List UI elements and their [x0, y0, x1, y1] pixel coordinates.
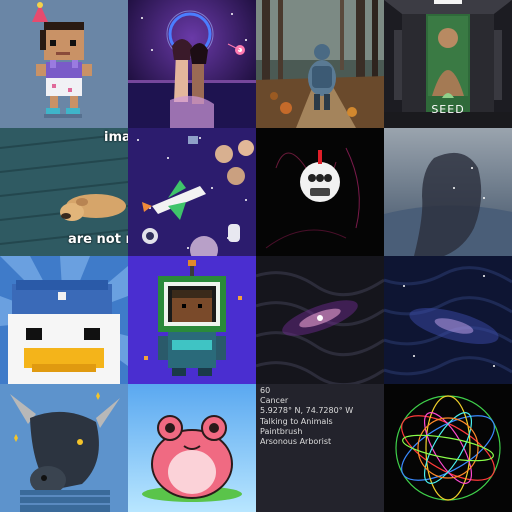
hiker-forest-image — [256, 0, 384, 128]
bull-image — [0, 384, 128, 512]
gallery-tile-hair-silhouette[interactable] — [384, 128, 512, 256]
gallery-tile-traits[interactable]: 60 Cancer 5.9278° N, 74.7280° W Talking … — [256, 384, 384, 512]
skull-mask-image — [256, 128, 384, 256]
trait-value: Arsonous Arborist — [260, 437, 332, 447]
meme-caption-top: ima — [104, 130, 128, 145]
gallery-tile-space-shuttle[interactable] — [128, 128, 256, 256]
gallery-tile-dog-meme[interactable]: ima are not re — [0, 128, 128, 256]
gallery-tile-neon-couple[interactable] — [128, 0, 256, 128]
gallery-tile-skull-mask[interactable] — [256, 128, 384, 256]
gallery-tile-pink-frog[interactable] — [128, 384, 256, 512]
gallery-tile-duck-sailor[interactable] — [0, 256, 128, 384]
deepdream-galaxy-1-image — [256, 256, 384, 384]
gallery-tile-party-girl[interactable] — [0, 0, 128, 128]
duck-sailor-image — [0, 256, 128, 384]
gallery-tile-deepdream-galaxy-1[interactable] — [256, 256, 384, 384]
gallery-tile-astronaut[interactable] — [128, 256, 256, 384]
gallery-tile-bull[interactable] — [0, 384, 128, 512]
hair-silhouette-image — [384, 128, 512, 256]
trait-value: 60 — [260, 386, 271, 395]
traits-list: 60 Cancer 5.9278° N, 74.7280° W Talking … — [260, 386, 380, 447]
gallery-tile-neon-sphere[interactable] — [384, 384, 512, 512]
space-shuttle-image — [128, 128, 256, 256]
gallery-tile-deepdream-galaxy-2[interactable] — [384, 256, 512, 384]
gallery-tile-hiker-forest[interactable] — [256, 0, 384, 128]
seed-caption: SEED — [431, 103, 465, 116]
trait-value: Talking to Animals — [260, 416, 333, 426]
neon-couple-image — [128, 0, 256, 128]
trait-value: Cancer — [260, 396, 289, 406]
gallery-tile-seed-elevator[interactable]: SEED — [384, 0, 512, 128]
pink-frog-image — [128, 384, 256, 512]
trait-value: 5.9278° N, 74.7280° W — [260, 406, 354, 416]
astronaut-image — [128, 256, 256, 384]
deepdream-galaxy-2-image — [384, 256, 512, 384]
meme-caption-bottom: are not re — [68, 232, 128, 247]
trait-value: Paintbrush — [260, 426, 303, 436]
neon-sphere-image — [384, 384, 512, 512]
party-girl-image — [0, 0, 128, 128]
nft-gallery-grid: SEED ima are not re — [0, 0, 512, 512]
